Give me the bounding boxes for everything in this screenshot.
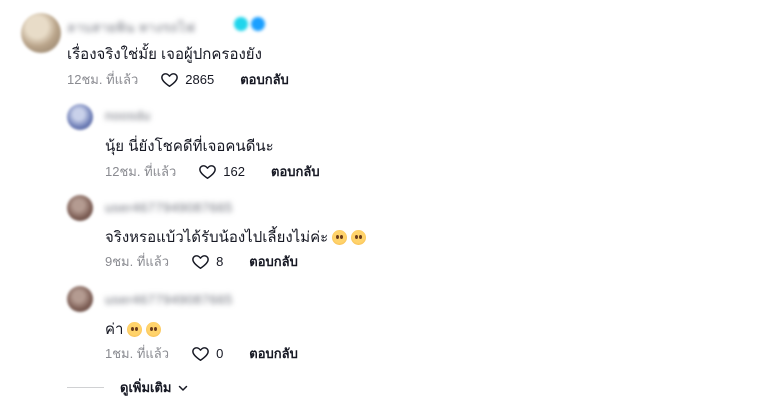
avatar[interactable] xyxy=(21,13,61,53)
comment-time: 12ชม. ที่แล้ว xyxy=(105,164,177,179)
comment-time: 12ชม. ที่แล้ว xyxy=(67,72,139,87)
reply-button[interactable]: ตอบกลับ xyxy=(249,343,298,364)
comment-meta: 9ชม. ที่แล้ว 8 ตอบกลับ xyxy=(105,251,298,272)
heart-icon xyxy=(199,165,217,179)
chevron-down-icon[interactable] xyxy=(177,382,189,394)
comment-text-content: ค่า xyxy=(105,321,124,338)
username[interactable]: noosdu xyxy=(105,108,151,123)
username[interactable]: user4677949087665 xyxy=(105,292,233,307)
reply-button[interactable]: ตอบกลับ xyxy=(271,161,320,182)
username[interactable]: ลาบสายพิน ทางรถไฟ xyxy=(67,17,195,38)
like-count: 2865 xyxy=(185,72,215,87)
avatar[interactable] xyxy=(67,195,93,221)
comment-text: จริงหรอแบ้วได้รับน้องไปเลี้ยงไม่ค่ะ xyxy=(105,225,367,249)
avatar[interactable] xyxy=(67,104,93,130)
reply-button[interactable]: ตอบกลับ xyxy=(249,251,298,272)
pleading-face-emoji xyxy=(332,229,348,245)
comment-time: 1ชม. ที่แล้ว xyxy=(105,346,170,361)
like-button[interactable]: 0 xyxy=(191,344,249,363)
view-more-label[interactable]: ดูเพิ่มเติม xyxy=(120,377,171,398)
reply-button[interactable]: ตอบกลับ xyxy=(240,69,289,90)
heart-icon xyxy=(192,255,209,269)
username[interactable]: user4677949087665 xyxy=(105,200,233,215)
verified-icon xyxy=(234,17,248,31)
comment-meta: 12ชม. ที่แล้ว 2865 ตอบกลับ xyxy=(67,69,289,90)
pleading-face-emoji xyxy=(146,321,162,337)
pleading-face-emoji xyxy=(351,229,367,245)
comment-text-content: นุ้ย นี่ยังโชคดีที่เจอคนดีนะ xyxy=(105,138,274,155)
heart-icon xyxy=(192,347,209,361)
comment-meta: 12ชม. ที่แล้ว 162 ตอบกลับ xyxy=(105,161,320,182)
like-button[interactable]: 8 xyxy=(191,252,249,271)
comment-text-content: เรื่องจริงใช่มั้ย เจอผู้ปกครองยัง xyxy=(67,46,262,63)
view-more-replies[interactable]: ดูเพิ่มเติม xyxy=(67,377,189,398)
like-count: 162 xyxy=(223,164,245,179)
like-count: 8 xyxy=(216,254,224,269)
verified-icon xyxy=(251,17,265,31)
avatar[interactable] xyxy=(67,286,93,312)
comment-text: เรื่องจริงใช่มั้ย เจอผู้ปกครองยัง xyxy=(67,42,262,66)
heart-icon xyxy=(161,73,179,87)
pleading-face-emoji xyxy=(127,321,143,337)
divider xyxy=(67,387,104,388)
like-button[interactable]: 162 xyxy=(198,162,271,181)
comment-text: ค่า xyxy=(105,317,162,341)
comment-text-content: จริงหรอแบ้วได้รับน้องไปเลี้ยงไม่ค่ะ xyxy=(105,229,329,246)
comment-text: นุ้ย นี่ยังโชคดีที่เจอคนดีนะ xyxy=(105,134,274,158)
comment-meta: 1ชม. ที่แล้ว 0 ตอบกลับ xyxy=(105,343,298,364)
like-count: 0 xyxy=(216,346,224,361)
verified-badges xyxy=(234,17,265,31)
like-button[interactable]: 2865 xyxy=(160,70,240,89)
comment-time: 9ชม. ที่แล้ว xyxy=(105,254,170,269)
